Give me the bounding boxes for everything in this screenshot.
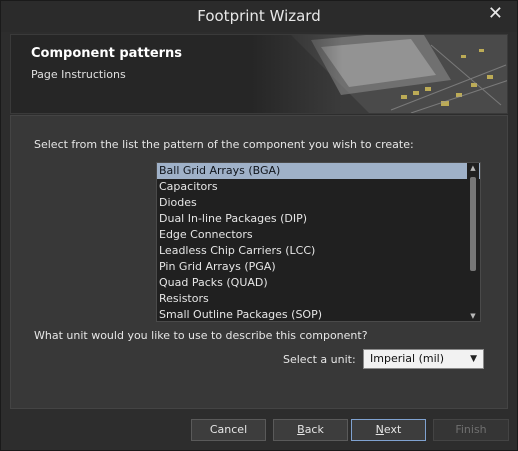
list-item[interactable]: Resistors xyxy=(157,291,480,307)
scroll-thumb[interactable] xyxy=(470,177,476,271)
back-mnemonic: B xyxy=(297,423,305,436)
close-icon[interactable]: ✕ xyxy=(488,5,503,23)
scroll-up-icon[interactable]: ▲ xyxy=(469,164,477,172)
pattern-instruction: Select from the list the pattern of the … xyxy=(34,138,414,151)
page-title: Component patterns xyxy=(31,46,183,61)
cancel-button[interactable]: Cancel xyxy=(191,419,266,441)
unit-label: Select a unit: xyxy=(283,353,356,366)
next-label: ext xyxy=(383,423,402,436)
list-item[interactable]: Pin Grid Arrays (PGA) xyxy=(157,259,480,275)
pattern-listbox[interactable]: Ball Grid Arrays (BGA) Capacitors Diodes… xyxy=(156,162,481,322)
chevron-down-icon: ▼ xyxy=(470,354,477,364)
list-item[interactable]: Capacitors xyxy=(157,179,480,195)
back-button[interactable]: Back xyxy=(273,419,348,441)
list-item[interactable]: Small Outline Packages (SOP) xyxy=(157,307,480,321)
page-subtitle: Page Instructions xyxy=(31,68,126,81)
button-bar: Cancel Back Next Finish xyxy=(1,411,517,450)
unit-question: What unit would you like to use to descr… xyxy=(34,329,368,342)
listbox-scrollbar[interactable]: ▲ ▼ xyxy=(467,163,479,321)
wizard-content: Select from the list the pattern of the … xyxy=(10,115,508,409)
list-item[interactable]: Diodes xyxy=(157,195,480,211)
wizard-header: Component patterns Page Instructions xyxy=(10,34,508,114)
list-item[interactable]: Edge Connectors xyxy=(157,227,480,243)
title-bar: Footprint Wizard ✕ xyxy=(1,1,517,32)
back-label: ack xyxy=(304,423,324,436)
list-item[interactable]: Ball Grid Arrays (BGA) xyxy=(157,163,480,179)
scroll-down-icon[interactable]: ▼ xyxy=(469,312,477,320)
finish-button[interactable]: Finish xyxy=(433,419,509,441)
window-title: Footprint Wizard xyxy=(197,7,321,25)
next-mnemonic: N xyxy=(375,423,384,436)
next-button[interactable]: Next xyxy=(351,419,426,441)
list-item[interactable]: Quad Packs (QUAD) xyxy=(157,275,480,291)
list-item[interactable]: Leadless Chip Carriers (LCC) xyxy=(157,243,480,259)
circuit-board-image xyxy=(251,35,507,113)
footprint-wizard-window: Footprint Wizard ✕ Component patterns Pa… xyxy=(0,0,518,451)
unit-select-value: Imperial (mil) xyxy=(370,352,444,365)
list-item[interactable]: Dual In-line Packages (DIP) xyxy=(157,211,480,227)
unit-select[interactable]: Imperial (mil) ▼ xyxy=(363,349,484,369)
